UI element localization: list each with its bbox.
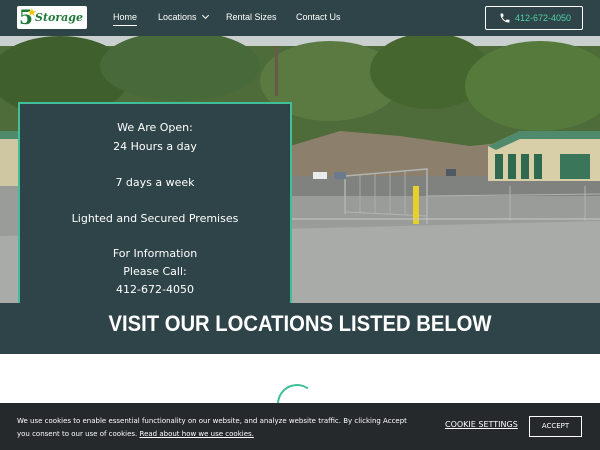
info-days: 7 days a week bbox=[115, 176, 195, 189]
info-phone-1[interactable]: 412-672-4050 bbox=[20, 283, 290, 297]
cookie-message: We use cookies to enable essential funct… bbox=[17, 415, 407, 441]
phone-number-label: 412-672-4050 bbox=[515, 13, 572, 23]
phone-button[interactable]: 412-672-4050 bbox=[485, 6, 583, 30]
phone-icon bbox=[500, 13, 510, 23]
chevron-down-icon bbox=[201, 11, 209, 20]
site-header: 5 ★ Storage Home Locations Rental Sizes … bbox=[0, 0, 600, 36]
nav-rental-sizes[interactable]: Rental Sizes bbox=[226, 12, 277, 23]
info-open-heading: We Are Open: bbox=[117, 121, 193, 134]
cookie-policy-link[interactable]: Read about how we use cookies. bbox=[140, 430, 254, 438]
locations-banner: VISIT OUR LOCATIONS LISTED BELOW bbox=[0, 303, 600, 354]
accept-cookies-button[interactable]: ACCEPT bbox=[529, 416, 582, 437]
nav-locations-label: Locations bbox=[158, 12, 197, 22]
nav-home[interactable]: Home bbox=[113, 12, 138, 26]
cookie-settings-link[interactable]: COOKIE SETTINGS bbox=[445, 420, 518, 430]
info-please-call: Please Call: bbox=[123, 265, 187, 278]
info-hours: 24 Hours a day bbox=[113, 140, 197, 153]
info-for-information: For Information bbox=[112, 247, 198, 260]
banner-title: VISIT OUR LOCATIONS LISTED BELOW bbox=[108, 311, 492, 336]
hero-section: We Are Open: 24 Hours a day 7 days a wee… bbox=[0, 36, 600, 303]
site-logo[interactable]: 5 ★ Storage bbox=[17, 6, 87, 29]
info-premises: Lighted and Secured Premises bbox=[71, 212, 239, 225]
logo-word: Storage bbox=[35, 11, 83, 24]
nav-contact-us[interactable]: Contact Us bbox=[296, 12, 341, 23]
hours-info-box: We Are Open: 24 Hours a day 7 days a wee… bbox=[18, 102, 292, 303]
nav-locations[interactable]: Locations bbox=[158, 11, 209, 23]
